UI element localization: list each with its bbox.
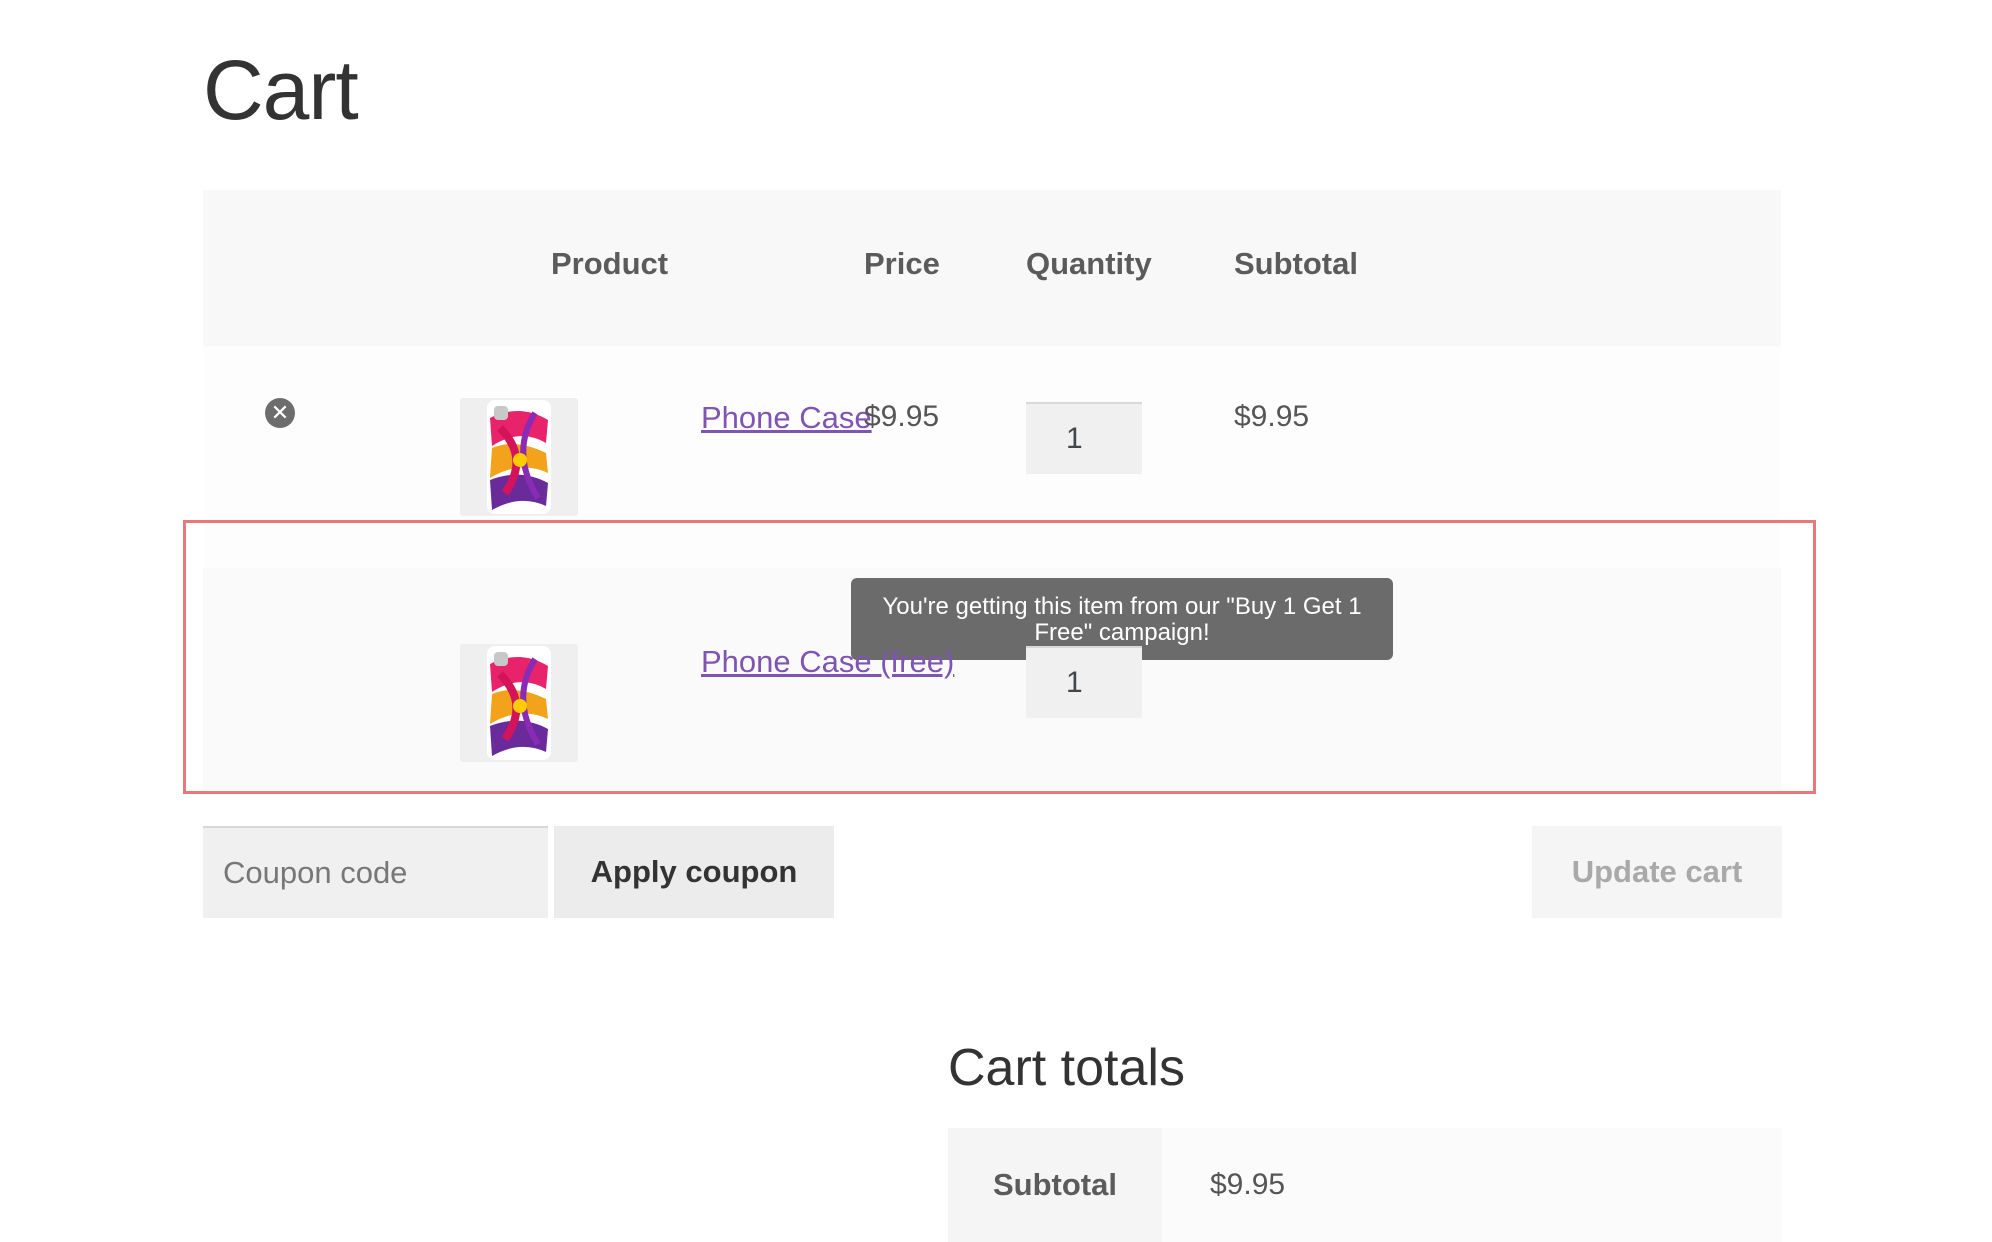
update-cart-button[interactable]: Update cart [1532,826,1782,918]
quantity-input[interactable] [1026,646,1142,718]
apply-coupon-button[interactable]: Apply coupon [554,826,834,918]
header-quantity: Quantity [1026,246,1152,281]
cart-table: Product Price Quantity Subtotal ✕ Phone … [203,190,1781,790]
page-title: Cart [203,43,359,137]
header-subtotal: Subtotal [1234,246,1358,281]
quantity-input[interactable] [1026,402,1142,474]
cart-table-header: Product Price Quantity Subtotal [203,190,1781,346]
cart-item-row: ✕ Phone Case $9.95 $9.95 [203,346,1781,568]
product-link-free[interactable]: Phone Case (free) [701,644,954,680]
totals-subtotal-value: $9.95 [1210,1168,1286,1201]
coupon-code-input[interactable] [203,826,548,918]
totals-subtotal-label: Subtotal [948,1128,1162,1242]
product-price: $9.95 [864,400,940,433]
remove-item-icon[interactable]: ✕ [265,398,295,428]
product-thumbnail[interactable] [460,398,578,516]
cart-item-row-free: You're getting this item from our "Buy 1… [203,568,1781,790]
product-link[interactable]: Phone Case [701,400,872,436]
header-product: Product [551,246,669,281]
totals-subtotal-row: Subtotal $9.95 [948,1128,1782,1242]
product-thumbnail[interactable] [460,644,578,762]
cart-totals-title: Cart totals [948,1039,1185,1097]
product-subtotal: $9.95 [1234,400,1310,433]
header-price: Price [864,246,940,281]
phone-case-image [460,398,578,516]
phone-case-image [460,644,578,762]
cart-page: Cart Product Price Quantity Subtotal ✕ P… [0,0,1992,1242]
